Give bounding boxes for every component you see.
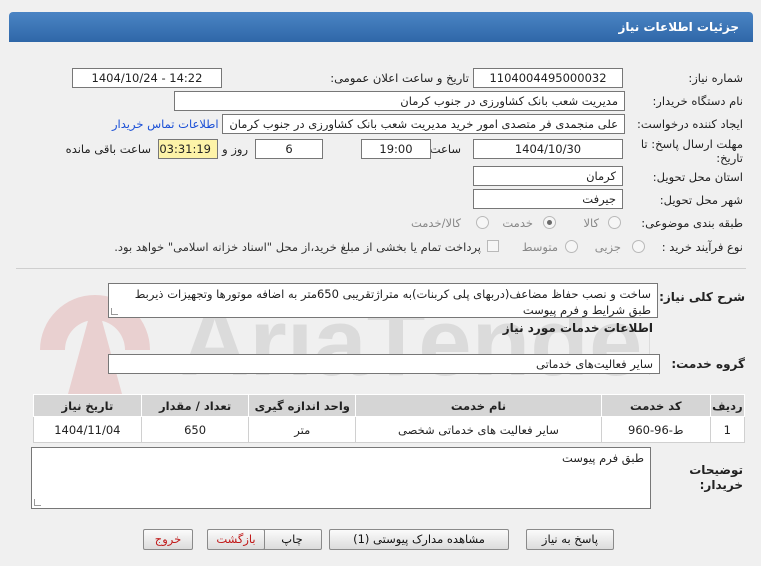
province-label: استان محل تحویل: <box>652 170 743 184</box>
services-table-header: ردیف کد خدمت نام خدمت واحد اندازه گیری ت… <box>33 394 746 417</box>
category-radio-goods-service[interactable] <box>476 216 489 229</box>
cell-qty: 650 <box>140 416 250 443</box>
exit-button[interactable]: خروج <box>143 529 193 550</box>
col-date: تاریخ نیاز <box>33 394 142 417</box>
services-table: ردیف کد خدمت نام خدمت واحد اندازه گیری ت… <box>33 394 746 443</box>
remaining-time-label: ساعت باقی مانده <box>65 142 151 156</box>
creator-value: علی منجمدی فر متصدی امور خرید مدیریت شعب… <box>222 114 625 134</box>
col-qty: تعداد / مقدار <box>140 394 250 417</box>
page-header: جزئیات اطلاعات نیاز <box>9 12 753 42</box>
category-label: طبقه بندی موضوعی: <box>641 216 743 230</box>
purchase-option-minor: جزیی <box>594 240 621 254</box>
treasury-bonds-text: پرداخت تمام یا بخشی از مبلغ خرید،از محل … <box>114 240 481 254</box>
summary-content: ساخت و نصب حفاظ مضاعف(دربهای پلی کربنات)… <box>134 287 651 317</box>
cell-code: ط-96-960 <box>600 416 711 443</box>
province-value: کرمان <box>473 166 623 186</box>
days-label: روز و <box>222 142 248 156</box>
buyer-notes-label-2: خریدار: <box>699 478 743 492</box>
divider <box>16 268 746 269</box>
category-option-goods: کالا <box>583 216 599 230</box>
col-row: ردیف <box>709 394 746 417</box>
deadline-time-value: 19:00 <box>361 139 431 159</box>
announce-date-value: 1404/10/24 - 14:22 <box>72 68 222 88</box>
buyer-org-value: مدیریت شعب بانک کشاورزی در جنوب کرمان <box>174 91 625 111</box>
category-option-goods-service: کالا/خدمت <box>410 216 461 230</box>
announce-date-label: تاریخ و ساعت اعلان عمومی: <box>330 71 469 85</box>
purchase-radio-minor[interactable] <box>632 240 645 253</box>
purchase-radio-medium[interactable] <box>565 240 578 253</box>
col-unit: واحد اندازه گیری <box>248 394 357 417</box>
resize-grip-icon[interactable] <box>111 308 118 315</box>
resize-grip-icon[interactable] <box>34 499 41 506</box>
category-radio-goods[interactable] <box>608 216 621 229</box>
remaining-time-value: 03:31:19 <box>158 139 218 159</box>
print-button[interactable]: چاپ <box>262 529 322 550</box>
buyer-notes-label: توضیحات <box>689 463 743 477</box>
buyer-contact-link[interactable]: اطلاعات تماس خریدار <box>112 117 219 131</box>
deadline-label: مهلت ارسال پاسخ: تا <box>640 137 743 151</box>
cell-row: 1 <box>709 416 746 443</box>
services-section-title: اطلاعات خدمات مورد نیاز <box>502 321 653 335</box>
purchase-type-label: نوع فرآیند خرید : <box>661 240 743 254</box>
col-code: کد خدمت <box>600 394 711 417</box>
service-group-label: گروه خدمت: <box>671 357 745 371</box>
remaining-days-value: 6 <box>255 139 323 159</box>
cell-unit: متر <box>248 416 357 443</box>
cell-date: 1404/11/04 <box>33 416 142 443</box>
creator-label: ایجاد کننده درخواست: <box>637 117 743 131</box>
treasury-bonds-checkbox[interactable] <box>487 240 499 252</box>
deadline-date-label: تاریخ: <box>716 151 743 165</box>
deadline-date-value: 1404/10/30 <box>473 139 623 159</box>
back-button[interactable]: بازگشت <box>207 529 265 550</box>
summary-text: ساخت و نصب حفاظ مضاعف(دربهای پلی کربنات)… <box>108 283 658 318</box>
need-number-label: شماره نیاز: <box>688 71 743 85</box>
service-group-value: سایر فعالیت‌های خدماتی <box>108 354 660 374</box>
buyer-org-label: نام دستگاه خریدار: <box>652 94 743 108</box>
buyer-notes-content: طبق فرم پیوست <box>561 451 644 465</box>
reply-button[interactable]: پاسخ به نیاز <box>526 529 614 550</box>
city-value: جیرفت <box>473 189 623 209</box>
cell-name: سایر فعالیت های خدماتی شخصی <box>355 416 602 443</box>
deadline-time-label: ساعت <box>429 142 461 156</box>
buyer-notes-text: طبق فرم پیوست <box>31 447 651 509</box>
need-number-value: 1104004495000032 <box>473 68 623 88</box>
purchase-option-medium: متوسط <box>521 240 558 254</box>
category-radio-service[interactable] <box>543 216 556 229</box>
page-title: جزئیات اطلاعات نیاز <box>618 20 739 34</box>
category-option-service: خدمت <box>502 216 533 230</box>
attachments-button[interactable]: مشاهده مدارک پیوستی (1) <box>329 529 509 550</box>
city-label: شهر محل تحویل: <box>659 193 743 207</box>
summary-label: شرح کلی نیاز: <box>659 290 745 304</box>
col-name: نام خدمت <box>355 394 602 417</box>
table-row: 1 ط-96-960 سایر فعالیت های خدماتی شخصی م… <box>33 416 746 443</box>
